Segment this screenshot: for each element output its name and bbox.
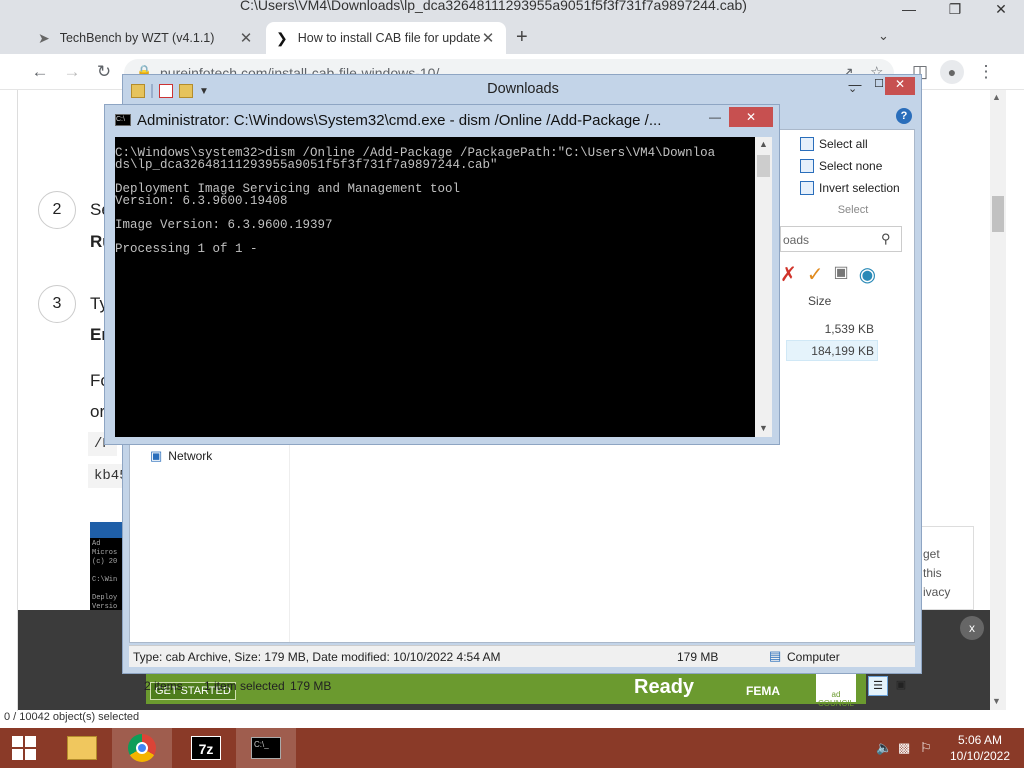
tab-close-icon[interactable]: ✕ [480, 29, 496, 47]
cmd-title: Administrator: C:\Windows\System32\cmd.e… [137, 112, 662, 129]
scroll-up-arrow-icon[interactable]: ▲ [992, 92, 1001, 102]
cmd-close-button[interactable]: ✕ [729, 107, 773, 127]
computer-icon: ▤ [769, 648, 782, 663]
taskbar-chrome[interactable] [112, 728, 172, 768]
profile-avatar-icon[interactable]: ● [940, 60, 964, 84]
toolbar-icon-row: ✗ ✓ ▣ ◉ [780, 262, 876, 287]
cmd-taskbar-icon: C:\_ [251, 737, 281, 759]
clock-time: 5:06 AM [957, 733, 1003, 747]
select-none-button[interactable]: Select none [800, 156, 882, 176]
location-text: Computer [787, 650, 840, 664]
file-size-cell: 184,199 KB [811, 344, 874, 358]
browser-titlebar: C:\Users\VM4\Downloads\lp_dca32648111293… [0, 0, 1024, 20]
search-icon: ⚲ [881, 231, 891, 246]
close-button[interactable]: ✕ [978, 0, 1024, 20]
explorer-title: Downloads [487, 81, 559, 97]
page-scrollbar[interactable] [990, 90, 1006, 710]
speaker-muted-icon[interactable]: 🔈 [876, 740, 892, 756]
browser-window-title: C:\Users\VM4\Downloads\lp_dca32648111293… [240, 0, 747, 13]
ribbon-group-label: Select [837, 204, 869, 216]
cmd-icon: C:\ [115, 114, 131, 126]
file-size-text: 179 MB [677, 650, 719, 664]
step-number: 3 [38, 285, 76, 323]
search-box[interactable]: oads ⚲ [780, 226, 902, 252]
back-icon[interactable]: ← [26, 58, 54, 86]
selection-count: 1 item selected [204, 679, 285, 693]
cmd-scrollbar[interactable] [755, 137, 772, 437]
nav-item-network[interactable]: ▣ Network [150, 448, 212, 464]
windows-logo-icon [12, 736, 36, 760]
tab-pureinfotech[interactable]: ❯ How to install CAB file for update ✕ [266, 22, 506, 54]
taskbar-cmd[interactable]: C:\_ [236, 728, 296, 768]
network-icon: ▣ [150, 448, 163, 463]
search-placeholder: oads [783, 233, 810, 247]
new-tab-icon[interactable]: + [516, 26, 528, 49]
cmd-scrollbar-thumb[interactable] [757, 155, 770, 177]
taskbar-7zip[interactable]: 7z [176, 728, 236, 768]
cmd-window: C:\ Administrator: C:\Windows\System32\c… [104, 104, 780, 445]
select-none-icon [800, 159, 814, 173]
selection-size: 179 MB [290, 679, 332, 693]
clock-date: 10/10/2022 [949, 749, 1011, 763]
properties-box-icon[interactable]: ▣ [834, 262, 849, 287]
page-left-gutter [0, 90, 18, 720]
browser-tabstrip: ➤ TechBench by WZT (v4.1.1) ✕ ❯ How to i… [0, 18, 1024, 54]
network-tray-icon[interactable]: ▩ [898, 740, 914, 756]
tab-favicon-icon: ➤ [38, 29, 50, 46]
nav-item-label: Network [168, 449, 213, 463]
ad-close-button[interactable]: x [960, 616, 984, 640]
invert-selection-button[interactable]: Invert selection [800, 178, 900, 198]
minimize-button[interactable]: — [886, 0, 932, 20]
tab-favicon-icon: ❯ [276, 29, 288, 46]
file-details-text: Type: cab Archive, Size: 179 MB, Date mo… [133, 650, 501, 664]
tab-title: How to install CAB file for update [297, 31, 480, 45]
globe-icon[interactable]: ◉ [859, 262, 876, 287]
file-explorer-icon [67, 736, 97, 760]
select-all-button[interactable]: Select all [800, 134, 868, 154]
console-output: C:\Windows\system32>dism /Online /Add-Pa… [115, 146, 716, 256]
chrome-icon [128, 734, 156, 762]
cmd-scroll-down-icon[interactable]: ▼ [759, 423, 768, 433]
cmd-scroll-up-icon[interactable]: ▲ [759, 139, 768, 149]
scroll-down-arrow-icon[interactable]: ▼ [992, 696, 1001, 706]
menu-kebab-icon[interactable]: ⋮ [972, 58, 1000, 86]
taskbar-clock[interactable]: 5:06 AM 10/10/2022 [940, 732, 1020, 764]
action-center-icon[interactable]: ⚐ [920, 740, 936, 756]
tab-close-icon[interactable]: ✕ [238, 29, 254, 47]
invert-selection-icon [800, 181, 814, 195]
taskbar: 7z C:\_ 🔈 ▩ ⚐ 5:06 AM 10/10/2022 [0, 728, 1024, 768]
large-icons-view-icon[interactable]: ▣ [892, 676, 910, 696]
tab-search-chevron-icon[interactable]: ⌄ [878, 28, 889, 44]
page-scrollbar-thumb[interactable] [992, 196, 1004, 232]
status-object-count: 0 / 10042 object(s) selected [0, 711, 200, 727]
tab-techbench[interactable]: ➤ TechBench by WZT (v4.1.1) ✕ [28, 22, 264, 54]
delete-icon[interactable]: ✗ [780, 262, 797, 287]
file-size-cell: 1,539 KB [824, 322, 874, 336]
taskbar-file-explorer[interactable] [52, 728, 112, 768]
explorer-status-bar: 2 items 1 item selected 179 MB ☰ ▣ [130, 674, 916, 698]
explorer-close-button[interactable]: ✕ [885, 77, 915, 95]
select-all-icon [800, 137, 814, 151]
cmd-minimize-button[interactable]: — [701, 107, 729, 127]
cmd-console[interactable]: C:\Windows\system32>dism /Online /Add-Pa… [115, 137, 755, 437]
ribbon-select-group: Select all Select none Invert selection … [794, 130, 912, 222]
paragraph-text: or [90, 402, 106, 421]
reload-icon[interactable]: ↻ [90, 58, 118, 86]
step-number: 2 [38, 191, 76, 229]
screenshot-titlebar [90, 522, 124, 538]
maximize-button[interactable]: ❐ [932, 0, 978, 20]
column-header-size[interactable]: Size [808, 294, 831, 308]
help-icon[interactable]: ? [896, 108, 912, 124]
item-count: 2 items [144, 679, 183, 693]
explorer-details-bar: Type: cab Archive, Size: 179 MB, Date mo… [129, 645, 915, 667]
ribbon-expand-chevron-icon[interactable]: ⌄ [848, 82, 857, 95]
start-button[interactable] [0, 728, 48, 768]
tab-title: TechBench by WZT (v4.1.1) [59, 31, 215, 45]
details-view-icon[interactable]: ☰ [868, 676, 888, 696]
7zip-icon: 7z [191, 736, 221, 760]
forward-icon[interactable]: → [58, 58, 86, 86]
checkmark-icon[interactable]: ✓ [807, 262, 824, 287]
